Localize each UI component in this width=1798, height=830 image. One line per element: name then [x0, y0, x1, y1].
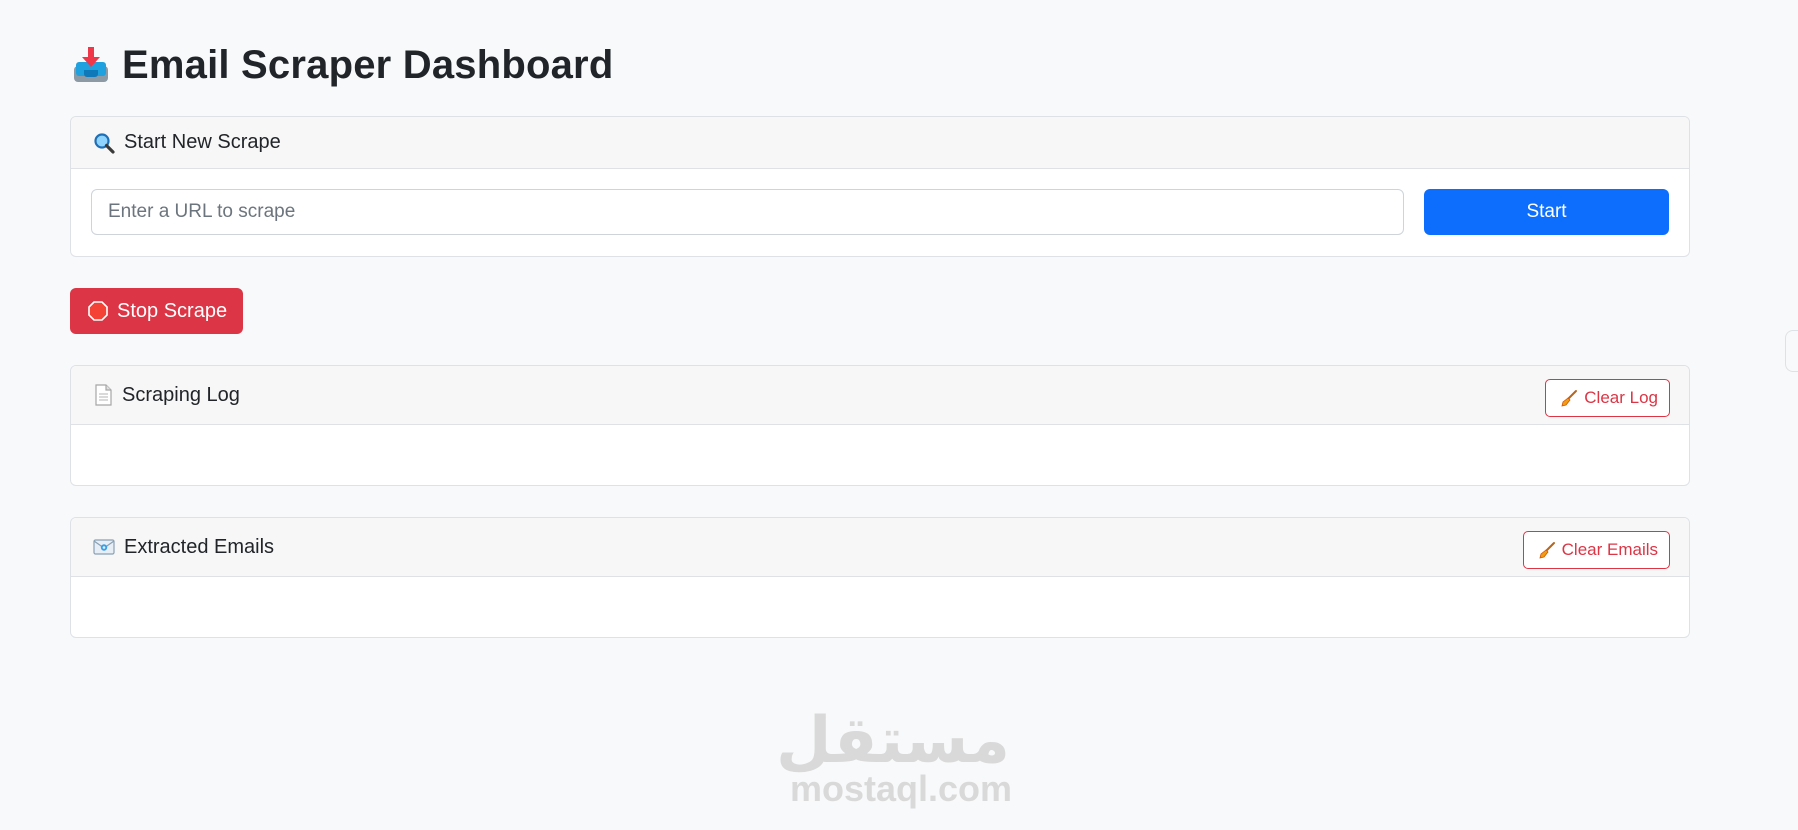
clear-emails-button[interactable]: Clear Emails — [1522, 531, 1670, 569]
magnifier-icon — [94, 132, 115, 154]
start-scrape-title: Start New Scrape — [124, 131, 281, 153]
extracted-emails-card-header: Extracted Emails Clear Emails — [71, 518, 1689, 577]
side-panel-handle[interactable] — [1785, 330, 1798, 372]
dashboard-container: Email Scraper Dashboard Start New Scrape… — [70, 0, 1690, 638]
start-scrape-card: Start New Scrape Start — [70, 116, 1690, 257]
scraping-log-title: Scraping Log — [122, 383, 240, 406]
stop-scrape-button[interactable]: Stop Scrape — [70, 288, 244, 334]
clear-log-button[interactable]: Clear Log — [1545, 379, 1670, 417]
watermark-arabic: مستقل — [775, 704, 1010, 778]
inbox-tray-icon — [74, 47, 108, 82]
start-button[interactable]: Start — [1424, 189, 1669, 235]
extracted-emails-title: Extracted Emails — [124, 535, 275, 558]
page-title: Email Scraper Dashboard — [122, 42, 614, 87]
envelope-icon — [93, 539, 115, 555]
watermark: مستقل mostaql.com — [775, 704, 1013, 809]
start-scrape-card-body: Start — [71, 169, 1689, 256]
document-icon — [95, 384, 112, 406]
page-header: Email Scraper Dashboard — [70, 40, 1690, 90]
extracted-emails-card: Extracted Emails Clear Emails — [70, 517, 1690, 638]
broom-icon — [1561, 390, 1578, 407]
scraping-log-card-header: Scraping Log Clear Log — [71, 366, 1689, 425]
scraping-log-body — [71, 425, 1689, 485]
url-input[interactable] — [91, 189, 1404, 235]
extracted-emails-body — [71, 577, 1689, 637]
scraping-log-card: Scraping Log Clear Log — [70, 365, 1690, 486]
watermark-latin: mostaql.com — [790, 768, 1013, 809]
start-scrape-card-header: Start New Scrape — [71, 117, 1689, 169]
stop-sign-icon — [88, 301, 108, 321]
clear-emails-label: Clear Emails — [1561, 540, 1658, 559]
stop-scrape-label: Stop Scrape — [117, 299, 228, 322]
broom-icon — [1539, 542, 1555, 559]
clear-log-label: Clear Log — [1584, 388, 1658, 407]
